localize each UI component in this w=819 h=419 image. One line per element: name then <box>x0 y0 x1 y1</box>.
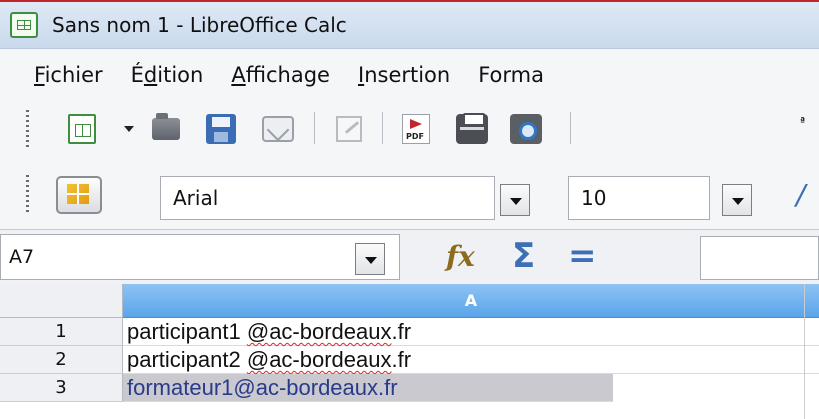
save-icon[interactable] <box>206 114 236 144</box>
select-all-corner[interactable] <box>0 284 123 318</box>
menu-insertion[interactable]: Insertion <box>358 63 450 87</box>
menu-affichage[interactable]: Affichage <box>231 63 330 87</box>
name-box-dropdown-icon[interactable] <box>355 243 385 275</box>
table-row: 3 formateur1@ac-bordeaux.fr <box>0 374 819 402</box>
styles-formatting-button[interactable] <box>56 176 102 214</box>
row-header-3[interactable]: 3 <box>0 374 123 402</box>
column-border <box>804 284 805 419</box>
print-icon[interactable] <box>456 113 488 144</box>
cell-a2[interactable]: participant2 @ac-bordeaux.fr <box>123 346 819 374</box>
pdf-label: PDF <box>406 132 424 141</box>
table-row: 1 participant1 @ac-bordeaux.fr <box>0 318 819 346</box>
new-dropdown-arrow-icon[interactable] <box>124 126 134 132</box>
spreadsheet-grid: A 1 participant1 @ac-bordeaux.fr 2 parti… <box>0 284 819 419</box>
menu-format[interactable]: Forma <box>478 63 544 87</box>
menu-edition[interactable]: Édition <box>131 63 204 87</box>
open-folder-icon[interactable] <box>152 113 180 140</box>
toolbar-grip-handle[interactable] <box>26 110 29 148</box>
menu-bar: Fichier Édition Affichage Insertion Form… <box>0 49 819 100</box>
standard-toolbar: PDF ª <box>0 100 819 157</box>
row-header-2[interactable]: 2 <box>0 346 123 374</box>
sum-icon[interactable]: Σ <box>512 236 535 276</box>
formula-input[interactable] <box>700 236 819 280</box>
row-header-1[interactable]: 1 <box>0 318 123 346</box>
email-document-icon[interactable] <box>262 116 294 142</box>
font-size-value: 10 <box>581 186 607 210</box>
menu-fichier[interactable]: Fichier <box>34 63 103 87</box>
export-pdf-icon[interactable]: PDF <box>402 114 430 144</box>
name-box[interactable]: A7 <box>0 234 400 280</box>
toolbar-grip-handle[interactable] <box>26 175 29 213</box>
cell-a1[interactable]: participant1 @ac-bordeaux.fr <box>123 318 819 346</box>
cell-a3[interactable]: formateur1@ac-bordeaux.fr <box>123 374 613 402</box>
window-title: Sans nom 1 - LibreOffice Calc <box>52 13 347 37</box>
table-row: 2 participant2 @ac-bordeaux.fr <box>0 346 819 374</box>
function-wizard-icon[interactable]: fx <box>446 240 475 273</box>
toolbar-separator <box>570 112 571 144</box>
title-bar[interactable]: Sans nom 1 - LibreOffice Calc <box>0 2 819 49</box>
toolbar-separator <box>382 112 383 144</box>
name-box-value: A7 <box>9 246 35 268</box>
column-header-a[interactable]: A <box>123 284 819 318</box>
spellcheck-icon[interactable]: ª <box>800 117 819 129</box>
font-name-value: Arial <box>173 186 219 210</box>
toolbar-separator <box>314 112 315 144</box>
formula-bar: A7 <box>0 229 819 286</box>
font-size-input[interactable]: 10 <box>568 176 710 220</box>
font-color-icon[interactable]: / <box>796 178 805 211</box>
edit-file-icon[interactable] <box>336 116 362 142</box>
new-spreadsheet-icon[interactable] <box>68 114 96 144</box>
formula-icon[interactable]: = <box>568 236 597 276</box>
font-size-dropdown-icon[interactable] <box>722 184 752 216</box>
font-name-combo[interactable]: Arial <box>160 176 550 220</box>
font-name-input[interactable]: Arial <box>160 176 495 220</box>
calc-spreadsheet-icon <box>10 12 38 38</box>
font-name-dropdown-icon[interactable] <box>500 184 530 216</box>
print-preview-icon[interactable] <box>510 114 542 144</box>
